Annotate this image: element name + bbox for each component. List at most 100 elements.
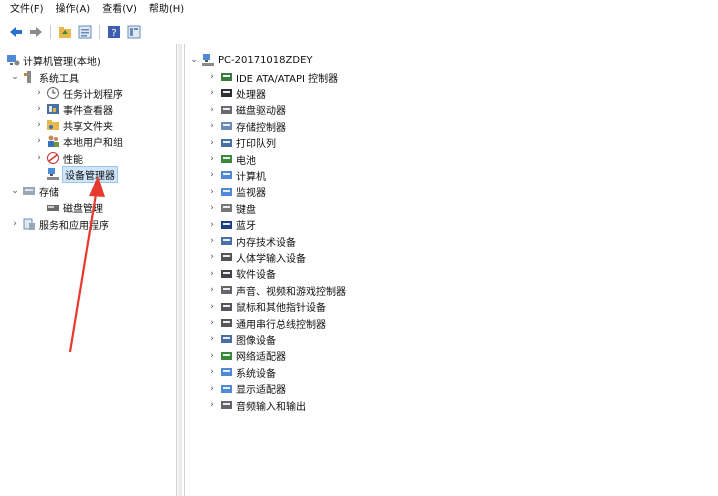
- device-category-item[interactable]: › 鼠标和其他指针设备: [207, 299, 326, 315]
- tree-item-performance[interactable]: › 性能: [34, 150, 83, 166]
- device-category-item[interactable]: › 人体学输入设备: [207, 249, 306, 265]
- menu-view[interactable]: 查看(V): [96, 0, 143, 20]
- chevron-right-icon[interactable]: ›: [207, 302, 217, 312]
- tree-item-storage[interactable]: ⌄ 存储: [10, 183, 59, 199]
- system-device-icon: [219, 365, 233, 379]
- properties-icon[interactable]: [77, 24, 93, 40]
- tree-item-system-tools[interactable]: ⌄ 系统工具: [10, 69, 79, 85]
- device-category-item[interactable]: › 音频输入和输出: [207, 397, 306, 413]
- tree-label: 设备管理器: [62, 165, 118, 183]
- chevron-right-icon[interactable]: ›: [207, 170, 217, 180]
- chevron-right-icon[interactable]: ›: [34, 120, 44, 130]
- menu-action[interactable]: 操作(A): [50, 0, 97, 20]
- pane-splitter[interactable]: [178, 44, 182, 496]
- chevron-right-icon[interactable]: ›: [34, 153, 44, 163]
- tree-label: 图像设备: [236, 335, 276, 347]
- tree-label: 人体学输入设备: [236, 253, 306, 265]
- chevron-right-icon[interactable]: ›: [207, 351, 217, 361]
- device-category-item[interactable]: › 显示适配器: [207, 381, 286, 397]
- chevron-right-icon[interactable]: ›: [207, 236, 217, 246]
- chevron-right-icon[interactable]: ›: [207, 121, 217, 131]
- chevron-right-icon[interactable]: ›: [10, 219, 20, 229]
- device-category-item[interactable]: › IDE ATA/ATAPI 控制器: [207, 69, 338, 85]
- up-folder-icon[interactable]: [57, 24, 73, 40]
- chevron-right-icon[interactable]: ›: [207, 334, 217, 344]
- chevron-down-icon[interactable]: ⌄: [10, 72, 20, 82]
- device-category-item[interactable]: › 通用串行总线控制器: [207, 315, 326, 331]
- menu-file[interactable]: 文件(F): [0, 0, 50, 20]
- device-category-item[interactable]: › 蓝牙: [207, 217, 256, 233]
- tree-item-event-viewer[interactable]: › 事件查看器: [34, 101, 113, 117]
- chevron-right-icon[interactable]: ›: [207, 384, 217, 394]
- print-queue-icon: [219, 136, 233, 150]
- device-category-item[interactable]: › 系统设备: [207, 364, 276, 380]
- menu-bar: 文件(F) 操作(A) 查看(V) 帮助(H): [0, 0, 718, 20]
- chevron-right-icon[interactable]: ›: [207, 187, 217, 197]
- chevron-right-icon[interactable]: ›: [34, 104, 44, 114]
- tree-label: 共享文件夹: [63, 121, 113, 133]
- menu-help[interactable]: 帮助(H): [143, 0, 190, 20]
- tools-icon: [22, 70, 36, 84]
- chevron-down-icon[interactable]: ⌄: [10, 186, 20, 196]
- tree-item-root[interactable]: 计算机管理(本地): [4, 52, 101, 68]
- chevron-right-icon[interactable]: ›: [207, 220, 217, 230]
- chevron-right-icon[interactable]: ›: [207, 105, 217, 115]
- tree-item-shared-folders[interactable]: › 共享文件夹: [34, 117, 113, 133]
- chevron-right-icon[interactable]: ›: [207, 367, 217, 377]
- tree-label: 计算机管理(本地): [23, 56, 101, 68]
- users-icon: [46, 134, 60, 148]
- display-adapter-icon: [219, 382, 233, 396]
- memory-device-icon: [219, 234, 233, 248]
- chevron-right-icon[interactable]: ›: [34, 136, 44, 146]
- tree-label: 事件查看器: [63, 105, 113, 117]
- device-category-item[interactable]: › 监视器: [207, 184, 266, 200]
- chevron-right-icon[interactable]: ›: [207, 318, 217, 328]
- network-adapter-icon: [219, 349, 233, 363]
- device-category-item[interactable]: › 内存技术设备: [207, 233, 296, 249]
- device-category-item[interactable]: › 键盘: [207, 200, 256, 216]
- tree-label: 存储控制器: [236, 122, 286, 134]
- tree-item-local-users[interactable]: › 本地用户和组: [34, 133, 123, 149]
- tree-label: 存储: [39, 187, 59, 199]
- device-category-item[interactable]: › 计算机: [207, 167, 266, 183]
- device-category-item[interactable]: › 图像设备: [207, 331, 276, 347]
- chevron-down-icon[interactable]: ⌄: [189, 55, 199, 65]
- help-icon[interactable]: ?: [106, 24, 122, 40]
- computer-icon: [201, 53, 215, 67]
- chevron-right-icon[interactable]: ›: [207, 269, 217, 279]
- chevron-right-icon[interactable]: ›: [207, 154, 217, 164]
- tree-label: 性能: [63, 154, 83, 166]
- chevron-right-icon[interactable]: ›: [207, 138, 217, 148]
- tree-item-disk-management[interactable]: 磁盘管理: [44, 199, 103, 215]
- tree-label: PC-20171018ZDEY: [218, 54, 313, 66]
- device-category-item[interactable]: › 电池: [207, 151, 256, 167]
- chevron-right-icon[interactable]: ›: [207, 203, 217, 213]
- device-category-item[interactable]: › 处理器: [207, 85, 266, 101]
- toolbar: ?: [0, 20, 718, 44]
- forward-arrow-icon[interactable]: [28, 24, 44, 40]
- device-category-item[interactable]: › 软件设备: [207, 266, 276, 282]
- tree-item-device-manager[interactable]: 设备管理器: [44, 165, 118, 183]
- device-category-item[interactable]: › 网络适配器: [207, 348, 286, 364]
- tree-item-services[interactable]: › 服务和应用程序: [10, 216, 109, 232]
- computer-icon: [219, 168, 233, 182]
- chevron-right-icon[interactable]: ›: [207, 285, 217, 295]
- toolbar-separator: [50, 25, 51, 39]
- back-arrow-icon[interactable]: [8, 24, 24, 40]
- tree-label: 鼠标和其他指针设备: [236, 303, 326, 315]
- device-category-item[interactable]: › 打印队列: [207, 135, 276, 151]
- chevron-right-icon[interactable]: ›: [207, 400, 217, 410]
- show-hide-tree-icon[interactable]: [126, 24, 142, 40]
- chevron-right-icon[interactable]: ›: [207, 252, 217, 262]
- chevron-right-icon[interactable]: ›: [207, 72, 217, 82]
- device-category-item[interactable]: › 声音、视频和游戏控制器: [207, 282, 346, 298]
- tree-label: 内存技术设备: [236, 237, 296, 249]
- tree-item-task-scheduler[interactable]: › 任务计划程序: [34, 85, 123, 101]
- device-manager-icon: [46, 167, 60, 181]
- device-category-item[interactable]: › 存储控制器: [207, 118, 286, 134]
- chevron-right-icon[interactable]: ›: [34, 88, 44, 98]
- tree-label: 本地用户和组: [63, 137, 123, 149]
- tree-item-computer-root[interactable]: ⌄ PC-20171018ZDEY: [189, 52, 313, 68]
- device-category-item[interactable]: › 磁盘驱动器: [207, 102, 286, 118]
- chevron-right-icon[interactable]: ›: [207, 88, 217, 98]
